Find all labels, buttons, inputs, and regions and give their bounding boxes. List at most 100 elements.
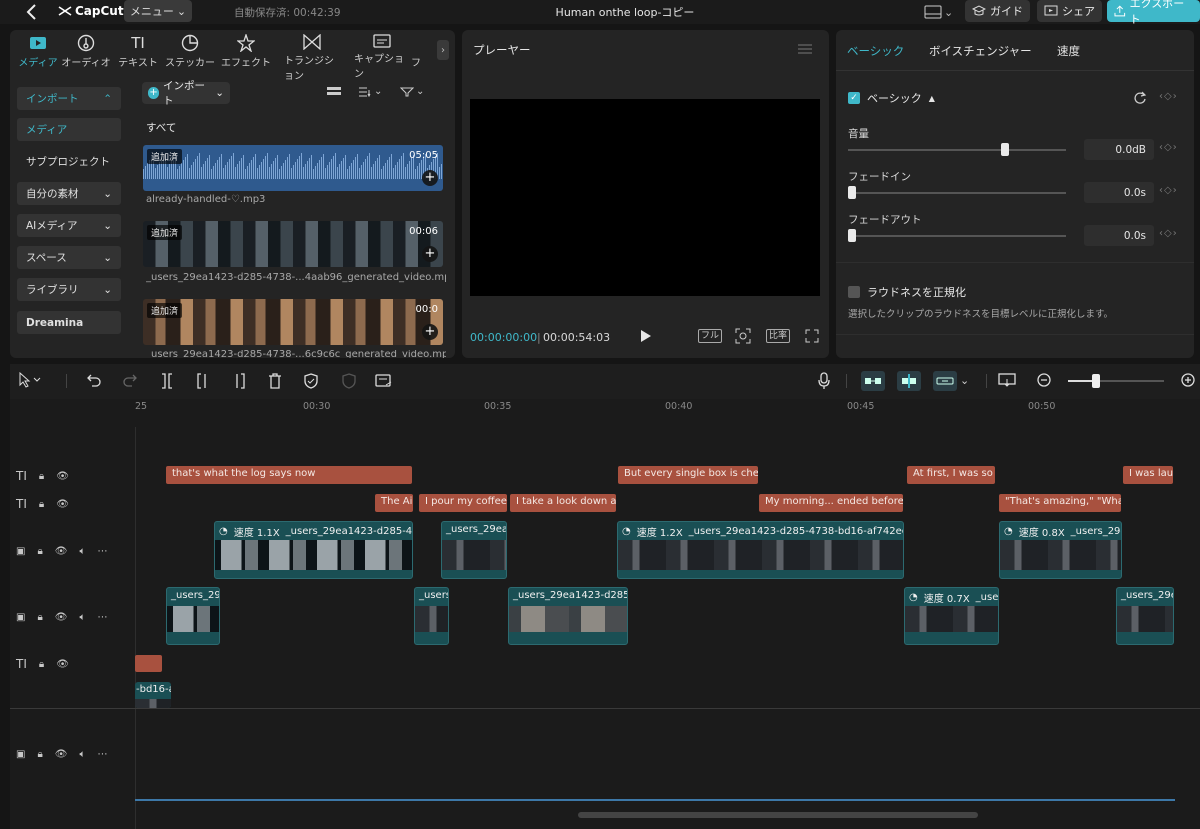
audio-track-line[interactable] bbox=[135, 799, 1175, 801]
full-quality-button[interactable]: フル bbox=[698, 329, 723, 343]
more-icon[interactable]: ⋯ bbox=[97, 612, 107, 623]
shield-check-icon[interactable] bbox=[304, 373, 318, 389]
video-clip[interactable]: _users bbox=[414, 587, 449, 645]
add-to-timeline-icon[interactable]: + bbox=[422, 170, 438, 186]
more-icon[interactable]: ⋯ bbox=[97, 749, 107, 760]
add-to-timeline-icon[interactable]: + bbox=[422, 324, 438, 340]
keyframe-icon[interactable]: ‹◇› bbox=[1159, 91, 1178, 102]
undo-icon[interactable] bbox=[87, 373, 101, 387]
fadein-input[interactable]: 0.0s bbox=[1084, 182, 1154, 203]
slider-handle[interactable] bbox=[848, 229, 856, 242]
back-arrow-icon[interactable] bbox=[22, 2, 42, 22]
text-clip[interactable]: At first, I was so ha bbox=[907, 466, 995, 484]
tab-text[interactable]: TI テキスト bbox=[110, 34, 166, 70]
sidebar-item-ai-media[interactable]: AIメディア ⌄ bbox=[17, 214, 121, 237]
volume-input[interactable]: 0.0dB bbox=[1084, 139, 1154, 160]
time-ruler[interactable]: 25 00:30 00:35 00:40 00:45 00:50 bbox=[135, 399, 1200, 416]
filter-icon[interactable]: ⌄ bbox=[400, 86, 424, 97]
text-clip[interactable]: I pour my coffee, bbox=[419, 494, 507, 512]
video-clip[interactable]: ◔ 速度 1.2X _users_29ea1423-d285-4738-bd16-a… bbox=[617, 521, 904, 579]
video-clip[interactable]: -bd16-a bbox=[135, 682, 171, 708]
play-icon[interactable] bbox=[640, 329, 652, 343]
zoom-in-icon[interactable] bbox=[1181, 373, 1195, 387]
eye-icon[interactable]: 👁︎ bbox=[56, 499, 69, 510]
keyframe-icon[interactable]: ‹◇› bbox=[1159, 142, 1178, 153]
eye-icon[interactable]: 👁︎ bbox=[55, 546, 68, 557]
lock-icon[interactable]: 🔒︎ bbox=[37, 546, 42, 557]
tab-effect[interactable]: エフェクト bbox=[218, 34, 274, 70]
video-clip[interactable]: _users_29ea1 bbox=[441, 521, 507, 579]
tab-audio[interactable]: オーディオ bbox=[58, 34, 114, 70]
keyframe-icon[interactable]: ‹◇› bbox=[1159, 228, 1178, 239]
focus-icon[interactable] bbox=[735, 328, 751, 344]
reset-icon[interactable] bbox=[1133, 91, 1147, 105]
speaker-icon[interactable]: 🔈︎ bbox=[79, 749, 85, 760]
sidebar-item-own-materials[interactable]: 自分の素材 ⌄ bbox=[17, 182, 121, 205]
lock-icon[interactable]: 🔒︎ bbox=[37, 612, 42, 623]
lock-icon[interactable]: 🔒︎ bbox=[39, 659, 44, 670]
auto-snap-icon[interactable] bbox=[897, 371, 921, 391]
text-clip[interactable]: But every single box is checke bbox=[618, 466, 758, 484]
slider-handle[interactable] bbox=[848, 186, 856, 199]
redo-icon[interactable] bbox=[123, 373, 137, 387]
lock-icon[interactable]: 🔒︎ bbox=[39, 471, 44, 482]
tab-speed[interactable]: 速度 bbox=[1057, 43, 1080, 59]
select-pointer-icon[interactable] bbox=[18, 372, 42, 388]
view-mode-icon[interactable] bbox=[326, 86, 342, 96]
checkbox-checked-icon[interactable]: ✓ bbox=[848, 92, 860, 104]
eye-icon[interactable]: 👁︎ bbox=[56, 659, 69, 670]
basic-section-header[interactable]: ✓ ベーシック ▲ bbox=[848, 90, 935, 106]
more-icon[interactable]: ⋯ bbox=[97, 546, 107, 557]
video-clip[interactable]: _users_29e bbox=[1116, 587, 1174, 645]
caption-edit-icon[interactable] bbox=[375, 373, 393, 389]
share-button[interactable]: シェア bbox=[1037, 0, 1102, 22]
eye-icon[interactable]: 👁︎ bbox=[56, 471, 69, 482]
layout-button[interactable]: ⌄ bbox=[924, 2, 960, 22]
tab-filter[interactable]: フ bbox=[406, 34, 426, 70]
sidebar-item-subproject[interactable]: サブプロジェクト bbox=[17, 150, 121, 173]
video-clip[interactable]: _users_29ea1423-d285-4 bbox=[508, 587, 628, 645]
speaker-icon[interactable]: 🔈︎ bbox=[79, 612, 85, 623]
import-button[interactable]: + インポート ⌄ bbox=[142, 80, 230, 107]
keyframe-icon[interactable]: ‹◇› bbox=[1159, 185, 1178, 196]
sidebar-item-import[interactable]: インポート ⌃ bbox=[17, 87, 121, 110]
export-button[interactable]: エクスポート bbox=[1107, 0, 1200, 26]
trim-right-icon[interactable] bbox=[232, 373, 246, 389]
video-clip[interactable]: ◔速度 0.7X_user bbox=[904, 587, 999, 645]
video-clip[interactable]: ◔ 速度 0.8X _users_29e bbox=[999, 521, 1122, 579]
main-track-magnet-icon[interactable] bbox=[861, 371, 885, 391]
text-clip[interactable]: I take a look down at m bbox=[510, 494, 616, 512]
horizontal-scrollbar[interactable] bbox=[578, 812, 978, 818]
video-clip[interactable]: ◔速度 1.1X_users_29ea1423-d285-4738 bbox=[214, 521, 413, 579]
tab-basic[interactable]: ベーシック bbox=[847, 43, 904, 59]
text-clip[interactable]: The Ai bbox=[375, 494, 413, 512]
link-clips-icon[interactable] bbox=[933, 371, 957, 391]
chevron-down-icon[interactable]: ⌄ bbox=[960, 374, 969, 387]
menu-button[interactable]: メニュー ⌄ bbox=[124, 0, 192, 22]
eye-icon[interactable]: 👁︎ bbox=[55, 612, 68, 623]
fullscreen-icon[interactable] bbox=[805, 329, 819, 343]
split-icon[interactable] bbox=[160, 373, 174, 389]
fadeout-input[interactable]: 0.0s bbox=[1084, 225, 1154, 246]
speaker-icon[interactable]: 🔈︎ bbox=[79, 546, 85, 557]
sidebar-item-space[interactable]: スペース ⌄ bbox=[17, 246, 121, 269]
shield-icon[interactable] bbox=[342, 373, 356, 389]
trim-left-icon[interactable] bbox=[196, 373, 210, 389]
ratio-button[interactable]: 比率 bbox=[766, 329, 791, 343]
zoom-slider-handle[interactable] bbox=[1092, 374, 1100, 388]
lock-icon[interactable]: 🔒︎ bbox=[37, 749, 42, 760]
zoom-slider[interactable] bbox=[1068, 374, 1164, 388]
zoom-out-icon[interactable] bbox=[1037, 373, 1051, 387]
delete-icon[interactable] bbox=[268, 373, 282, 389]
add-to-timeline-icon[interactable]: + bbox=[422, 246, 438, 262]
sidebar-item-media[interactable]: メディア bbox=[17, 118, 121, 141]
eye-icon[interactable]: 👁︎ bbox=[55, 749, 68, 760]
tab-caption[interactable]: キャプション bbox=[354, 34, 410, 80]
guide-button[interactable]: ガイド bbox=[965, 0, 1030, 22]
text-clip[interactable]: My morning... ended before it bbox=[759, 494, 903, 512]
microphone-icon[interactable] bbox=[818, 372, 830, 390]
loudness-row[interactable]: ラウドネスを正規化 bbox=[848, 284, 966, 300]
sort-icon[interactable]: ⌄ bbox=[358, 86, 382, 97]
lock-icon[interactable]: 🔒︎ bbox=[39, 499, 44, 510]
media-item-video-2[interactable]: 追加済 00:0 + bbox=[143, 299, 443, 345]
